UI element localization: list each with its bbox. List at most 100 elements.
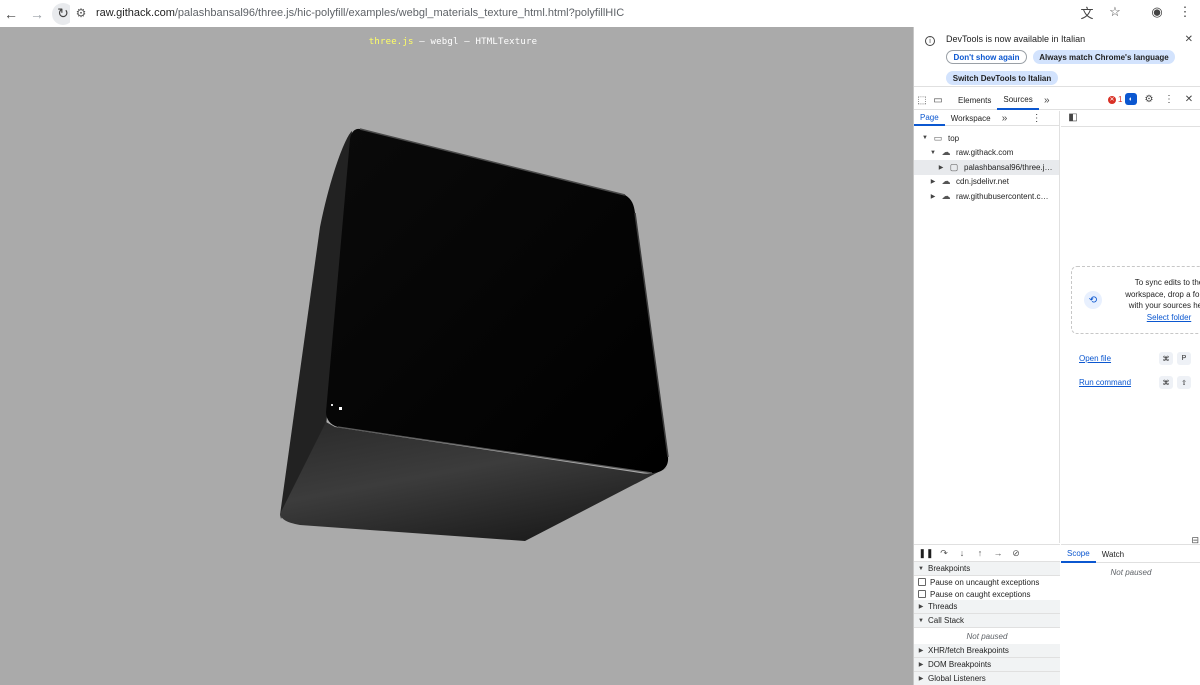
breakpoints-section-header[interactable]: ▼ Breakpoints xyxy=(914,562,1060,576)
tree-item-raw-githubusercontent[interactable]: ▶ ☁ raw.githubusercontent.c… xyxy=(914,189,1059,204)
tab-elements[interactable]: Elements xyxy=(952,91,997,110)
site-settings-icon[interactable]: ⚙ xyxy=(70,4,92,22)
always-match-language-button[interactable]: Always match Chrome's language xyxy=(1033,50,1175,64)
back-arrow-icon[interactable]: ← xyxy=(0,3,22,25)
deactivate-breakpoints-icon[interactable]: ⊘ xyxy=(1008,548,1024,559)
scope-not-paused: Not paused xyxy=(1110,568,1152,577)
sync-instructions: To sync edits to the workspace, drop a f… xyxy=(1114,277,1200,323)
step-into-icon[interactable]: ↓ xyxy=(954,548,970,558)
cloud-icon: ☁ xyxy=(941,190,951,201)
settings-gear-icon[interactable]: ⚙ xyxy=(1141,94,1157,105)
switch-to-italian-button[interactable]: Switch DevTools to Italian xyxy=(946,71,1058,85)
tab-page[interactable]: Page xyxy=(914,111,945,126)
collapsed-triangle-icon[interactable]: ▶ xyxy=(936,164,946,171)
cube-specular-dot xyxy=(339,407,342,410)
pause-uncaught-row[interactable]: Pause on uncaught exceptions xyxy=(914,576,1060,588)
infobar-message: DevTools is now available in Italian xyxy=(946,34,1086,44)
tree-item-top[interactable]: ▼ ▭ top xyxy=(914,131,1059,146)
forward-arrow-icon[interactable]: → xyxy=(26,3,48,25)
expanded-triangle-icon: ▼ xyxy=(918,565,924,572)
tab-sources[interactable]: Sources xyxy=(997,91,1039,110)
devtools-toolbar: ⬚ ▭ Elements Sources » ✕ 1 ◐ ⚙ ⋮ ✕ xyxy=(914,91,1200,110)
call-stack-not-paused: Not paused xyxy=(966,631,1008,641)
tree-item-raw-githack[interactable]: ▼ ☁ raw.githack.com xyxy=(914,146,1059,161)
workspace-drop-zone[interactable]: ⟲ To sync edits to the workspace, drop a… xyxy=(1071,266,1200,334)
pause-uncaught-checkbox[interactable] xyxy=(918,578,926,586)
page-viewport[interactable]: three.js – webgl – HTMLTexture xyxy=(0,27,913,685)
dont-show-again-button[interactable]: Don't show again xyxy=(946,50,1027,64)
dom-breakpoints-section-header[interactable]: ▶ DOM Breakpoints xyxy=(914,658,1060,672)
cmd-key: ⌘ xyxy=(1159,352,1173,365)
devtools-right-icons: ◐ ⚙ ⋮ ✕ xyxy=(1125,93,1197,105)
cube-front-face xyxy=(326,128,669,473)
ai-assistance-icon[interactable]: ◐ xyxy=(1125,93,1137,105)
more-subtabs-chevron-icon[interactable]: » xyxy=(997,113,1013,124)
collapsed-triangle-icon[interactable]: ▶ xyxy=(928,178,938,185)
step-icon[interactable]: → xyxy=(990,548,1006,558)
tab-scope[interactable]: Scope xyxy=(1061,546,1096,563)
step-over-icon[interactable]: ↷ xyxy=(936,548,952,559)
error-icon: ✕ xyxy=(1108,95,1116,104)
devtools-panel: i DevTools is now available in Italian ✕… xyxy=(913,27,1200,685)
toggle-debugger-sidebar-icon[interactable]: ⊟ xyxy=(1191,535,1199,546)
open-file-link[interactable]: Open file xyxy=(1079,354,1159,363)
expanded-triangle-icon[interactable]: ▼ xyxy=(920,135,930,141)
expanded-triangle-icon[interactable]: ▼ xyxy=(928,150,938,156)
address-bar[interactable]: ⚙ raw.githack.com/palashbansal96/three.j… xyxy=(70,2,1150,24)
cloud-icon: ☁ xyxy=(941,147,951,158)
cube-specular-dot-small xyxy=(331,404,333,406)
webgl-cube-canvas[interactable] xyxy=(0,27,913,685)
menu-dots-icon[interactable]: ⋮ xyxy=(1176,3,1194,21)
tab-watch[interactable]: Watch xyxy=(1096,546,1130,563)
scope-watch-pane: ⊟ Scope Watch Not paused xyxy=(1061,535,1200,685)
close-icon[interactable]: ✕ xyxy=(1185,34,1193,45)
more-tabs-chevron-icon[interactable]: » xyxy=(1039,95,1055,106)
step-out-icon[interactable]: ↑ xyxy=(972,548,988,558)
debugger-sidebar: ▼ Breakpoints Pause on uncaught exceptio… xyxy=(914,562,1060,685)
run-command-link[interactable]: Run command xyxy=(1079,378,1159,387)
call-stack-section-header[interactable]: ▼ Call Stack xyxy=(914,614,1060,628)
tab-workspace[interactable]: Workspace xyxy=(945,111,997,126)
select-folder-link[interactable]: Select folder xyxy=(1114,312,1200,324)
tree-item-palashbansal-folder[interactable]: ▶ ▢ palashbansal96/three.j… xyxy=(914,160,1059,175)
threads-section-header[interactable]: ▶ Threads xyxy=(914,600,1060,614)
browser-toolbar: ← → ↻ ⚙ raw.githack.com/palashbansal96/t… xyxy=(0,0,1200,27)
collapsed-triangle-icon[interactable]: ▶ xyxy=(928,193,938,200)
expanded-triangle-icon: ▼ xyxy=(918,617,924,624)
profile-icon[interactable]: ◉ xyxy=(1148,3,1166,21)
url-text[interactable]: raw.githack.com/palashbansal96/three.js/… xyxy=(96,7,624,19)
open-file-shortcut: Open file ⌘ P xyxy=(1079,352,1195,365)
collapsed-triangle-icon: ▶ xyxy=(918,662,924,668)
device-toolbar-icon[interactable]: ▭ xyxy=(930,95,946,106)
p-key: P xyxy=(1177,352,1191,365)
pause-icon[interactable]: ❚❚ xyxy=(918,548,934,559)
editor-pane: ◧ ⟲ To sync edits to the workspace, drop… xyxy=(1061,111,1200,543)
tree-item-cdn-jsdelivr[interactable]: ▶ ☁ cdn.jsdelivr.net xyxy=(914,175,1059,190)
pause-caught-row[interactable]: Pause on caught exceptions xyxy=(914,588,1060,600)
navigator-menu-icon[interactable]: ⋮ xyxy=(1029,113,1045,124)
navigator-subtabs: Page Workspace » ⋮ xyxy=(914,111,1059,126)
language-infobar: i DevTools is now available in Italian ✕… xyxy=(914,27,1200,87)
bookmark-star-icon[interactable]: ☆ xyxy=(1106,3,1124,21)
collapsed-triangle-icon: ▶ xyxy=(918,648,924,654)
editor-tabbar: ◧ xyxy=(1061,112,1200,127)
close-devtools-icon[interactable]: ✕ xyxy=(1181,94,1197,105)
file-tree: ▼ ▭ top ▼ ☁ raw.githack.com ▶ ▢ palashba… xyxy=(914,126,1059,204)
collapsed-triangle-icon: ▶ xyxy=(918,604,924,610)
toolbar-right: 文 ☆ ◉ ⋮ xyxy=(1078,3,1194,21)
toggle-navigator-icon[interactable]: ◧ xyxy=(1065,112,1081,123)
run-command-shortcut: Run command ⌘ ⇧ xyxy=(1079,376,1195,389)
inspect-element-icon[interactable]: ⬚ xyxy=(914,95,930,106)
pause-caught-checkbox[interactable] xyxy=(918,590,926,598)
more-options-icon[interactable]: ⋮ xyxy=(1161,94,1177,105)
cloud-icon: ☁ xyxy=(941,176,951,187)
info-icon: i xyxy=(925,36,935,46)
translate-icon[interactable]: 文 xyxy=(1078,3,1096,21)
scope-watch-tabs: Scope Watch xyxy=(1061,546,1200,563)
error-count-badge[interactable]: ✕ 1 xyxy=(1108,95,1122,104)
sync-icon: ⟲ xyxy=(1084,291,1102,309)
debugger-toolbar: ❚❚ ↷ ↓ ↑ → ⊘ xyxy=(914,544,1060,562)
frame-icon: ▭ xyxy=(933,132,943,143)
global-listeners-section-header[interactable]: ▶ Global Listeners xyxy=(914,672,1060,685)
xhr-breakpoints-section-header[interactable]: ▶ XHR/fetch Breakpoints xyxy=(914,644,1060,658)
